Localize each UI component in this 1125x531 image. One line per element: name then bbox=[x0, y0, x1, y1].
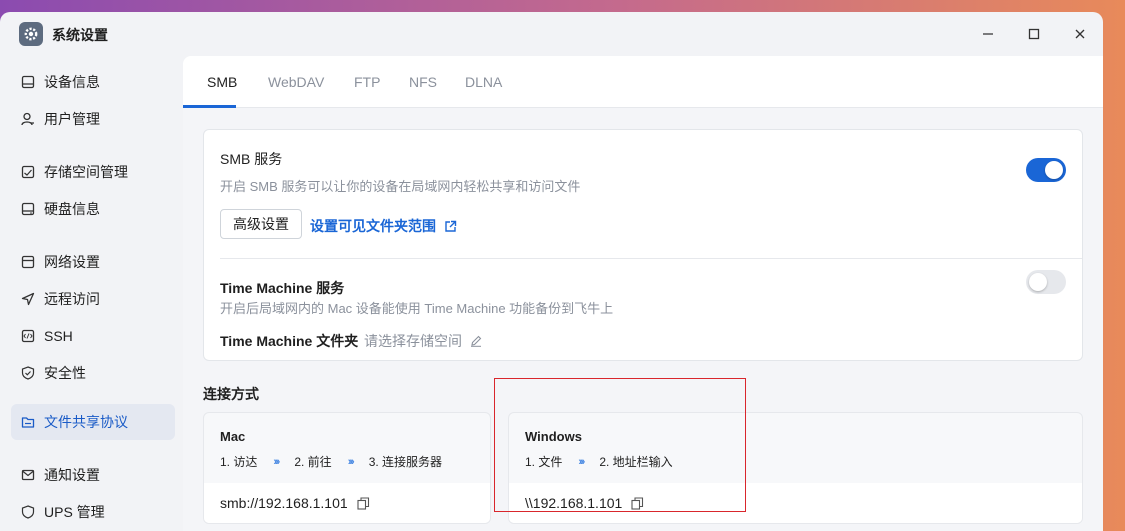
sidebar-item-label: 存储空间管理 bbox=[44, 164, 128, 180]
mac-step-2: 2. 前往 bbox=[294, 455, 332, 469]
external-link-icon bbox=[444, 220, 457, 233]
user-icon bbox=[20, 111, 36, 127]
maximize-button[interactable] bbox=[1023, 23, 1045, 45]
time-machine-desc: 开启后局域网内的 Mac 设备能使用 Time Machine 功能备份到飞牛上 bbox=[220, 301, 614, 316]
sidebar-item-label: UPS 管理 bbox=[44, 504, 105, 520]
sidebar-item-security[interactable]: 安全性 bbox=[11, 355, 175, 391]
tab-webdav[interactable]: WebDAV bbox=[268, 74, 324, 90]
close-button[interactable] bbox=[1069, 23, 1091, 45]
time-machine-title: Time Machine 服务 bbox=[220, 280, 345, 296]
smb-service-toggle[interactable] bbox=[1026, 158, 1066, 182]
minimize-button[interactable] bbox=[977, 23, 999, 45]
tab-dlna[interactable]: DLNA bbox=[465, 74, 502, 90]
ssh-icon bbox=[20, 328, 36, 344]
mac-title: Mac bbox=[220, 429, 246, 444]
time-machine-folder-label: Time Machine 文件夹 bbox=[220, 333, 359, 349]
chevrons-right-icon: ››› bbox=[273, 455, 280, 468]
mail-icon bbox=[20, 467, 36, 483]
shield-icon bbox=[20, 365, 36, 381]
divider bbox=[220, 258, 1082, 259]
sidebar-item-label: 网络设置 bbox=[44, 254, 100, 270]
time-machine-toggle[interactable] bbox=[1026, 270, 1066, 294]
copy-icon[interactable] bbox=[357, 496, 370, 510]
sidebar-item-label: 远程访问 bbox=[44, 291, 100, 307]
sidebar-item-ups[interactable]: UPS 管理 bbox=[11, 494, 175, 530]
mac-step-1: 1. 访达 bbox=[220, 455, 258, 469]
sidebar-item-label: 用户管理 bbox=[44, 111, 100, 127]
sidebar-item-network[interactable]: 网络设置 bbox=[11, 244, 175, 280]
disk-icon bbox=[20, 201, 36, 217]
settings-gear-icon bbox=[19, 22, 43, 46]
tab-smb[interactable]: SMB bbox=[207, 74, 237, 90]
highlight-annotation-box bbox=[494, 378, 746, 512]
tab-ftp[interactable]: FTP bbox=[354, 74, 380, 90]
mac-smb-address: smb://192.168.1.101 bbox=[220, 495, 348, 511]
window-title: 系统设置 bbox=[52, 27, 108, 43]
title-bar: 系统设置 bbox=[0, 12, 1103, 56]
smb-service-title: SMB 服务 bbox=[220, 151, 283, 167]
sidebar-item-label: 安全性 bbox=[44, 365, 86, 381]
smb-service-desc: 开启 SMB 服务可以让你的设备在局域网内轻松共享和访问文件 bbox=[220, 179, 581, 194]
sidebar-item-disk-info[interactable]: 硬盘信息 bbox=[11, 191, 175, 227]
network-icon bbox=[20, 254, 36, 270]
sidebar-item-ssh[interactable]: SSH bbox=[11, 318, 175, 354]
file-share-icon bbox=[20, 414, 36, 430]
visible-folder-scope-link[interactable]: 设置可见文件夹范围 bbox=[310, 216, 457, 236]
time-machine-folder-select[interactable]: 请选择存储空间 bbox=[364, 331, 482, 351]
mac-step-3: 3. 连接服务器 bbox=[368, 455, 443, 469]
sidebar-item-label: 设备信息 bbox=[44, 74, 100, 90]
mac-connection-card: Mac 1. 访达 ››› 2. 前往 ››› 3. 连接服务器 smb://1… bbox=[203, 412, 491, 524]
advanced-settings-button[interactable]: 高级设置 bbox=[220, 209, 302, 239]
sidebar-item-user-management[interactable]: 用户管理 bbox=[11, 101, 175, 137]
time-machine-folder-placeholder: 请选择存储空间 bbox=[364, 333, 462, 349]
visible-folder-scope-label: 设置可见文件夹范围 bbox=[310, 218, 436, 234]
sidebar-item-remote-access[interactable]: 远程访问 bbox=[11, 281, 175, 317]
sidebar-item-notifications[interactable]: 通知设置 bbox=[11, 457, 175, 493]
sidebar-item-label: 文件共享协议 bbox=[44, 414, 128, 430]
edit-pencil-icon bbox=[470, 335, 482, 347]
remote-icon bbox=[20, 291, 36, 307]
device-icon bbox=[20, 74, 36, 90]
sidebar-item-device-info[interactable]: 设备信息 bbox=[11, 64, 175, 100]
smb-service-card: SMB 服务 开启 SMB 服务可以让你的设备在局域网内轻松共享和访问文件 高级… bbox=[203, 129, 1083, 361]
sidebar-item-label: SSH bbox=[44, 328, 73, 344]
connection-heading: 连接方式 bbox=[203, 386, 259, 402]
protocol-tabs: SMB WebDAV FTP NFS DLNA bbox=[183, 56, 1103, 108]
tab-nfs[interactable]: NFS bbox=[409, 74, 437, 90]
mac-steps: 1. 访达 ››› 2. 前往 ››› 3. 连接服务器 bbox=[220, 453, 442, 470]
sidebar-item-file-sharing[interactable]: 文件共享协议 bbox=[11, 404, 175, 440]
sidebar-item-label: 硬盘信息 bbox=[44, 201, 100, 217]
sidebar-item-storage[interactable]: 存储空间管理 bbox=[11, 154, 175, 190]
sidebar-item-label: 通知设置 bbox=[44, 467, 100, 483]
mac-address-row: smb://192.168.1.101 bbox=[204, 483, 490, 523]
ups-icon bbox=[20, 504, 36, 520]
chevrons-right-icon: ››› bbox=[347, 455, 355, 468]
storage-icon bbox=[20, 164, 36, 180]
